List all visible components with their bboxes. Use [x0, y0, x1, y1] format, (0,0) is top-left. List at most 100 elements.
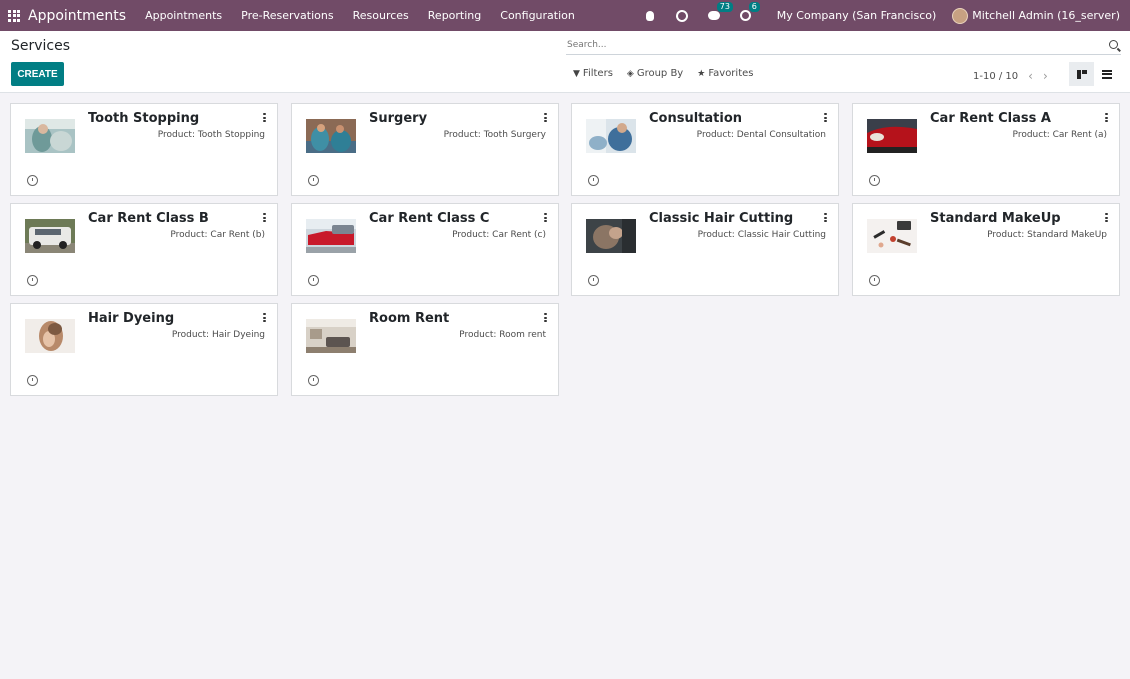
card-title: Car Rent Class C: [369, 211, 490, 226]
service-image: [25, 319, 75, 353]
service-image: [586, 219, 636, 253]
service-image: [867, 219, 917, 253]
filters-dropdown[interactable]: ▼ Filters: [573, 68, 613, 79]
menu-item-configuration[interactable]: Configuration: [500, 9, 575, 22]
card-product: Product: Room rent: [459, 330, 546, 340]
service-image: [586, 119, 636, 153]
service-image: [306, 119, 356, 153]
view-switcher: [1069, 62, 1119, 86]
odoo-logo-icon[interactable]: [674, 7, 690, 24]
company-switcher[interactable]: My Company (San Francisco): [777, 9, 936, 22]
favorites-label: Favorites: [708, 68, 754, 79]
pager-next-icon[interactable]: ›: [1043, 69, 1048, 83]
card-product: Product: Classic Hair Cutting: [697, 230, 826, 240]
card-menu-icon[interactable]: [263, 313, 266, 322]
app-name[interactable]: Appointments: [28, 8, 126, 24]
card-product: Product: Car Rent (b): [170, 230, 265, 240]
card-menu-icon[interactable]: [824, 213, 827, 222]
card-title: Car Rent Class A: [930, 111, 1051, 126]
service-card[interactable]: Surgery Product: Tooth Surgery: [291, 103, 559, 196]
breadcrumb: Services: [11, 38, 71, 54]
list-view-button[interactable]: [1094, 62, 1119, 86]
service-card[interactable]: Hair Dyeing Product: Hair Dyeing: [10, 303, 278, 396]
top-navbar: Appointments Appointments Pre-Reservatio…: [0, 0, 1130, 31]
service-card[interactable]: Tooth Stopping Product: Tooth Stopping: [10, 103, 278, 196]
service-card[interactable]: Car Rent Class A Product: Car Rent (a): [852, 103, 1120, 196]
card-title: Hair Dyeing: [88, 311, 175, 326]
user-menu[interactable]: Mitchell Admin (16_server): [972, 9, 1120, 22]
favorites-dropdown[interactable]: ★ Favorites: [697, 68, 753, 79]
search-icon[interactable]: [1109, 40, 1118, 49]
search-input[interactable]: [566, 37, 1086, 53]
activity-clock-icon[interactable]: [27, 275, 38, 286]
activity-clock-icon[interactable]: [308, 175, 319, 186]
apps-grid-icon[interactable]: [8, 9, 20, 22]
card-title: Tooth Stopping: [88, 111, 200, 126]
card-menu-icon[interactable]: [263, 213, 266, 222]
list-icon: [1101, 69, 1112, 79]
filters-label: Filters: [582, 68, 613, 79]
card-title: Consultation: [649, 111, 743, 126]
card-product: Product: Car Rent (a): [1012, 130, 1107, 140]
activities-badge: 6: [748, 1, 760, 12]
activities-clock-icon[interactable]: 6: [739, 1, 760, 23]
menu-item-appointments[interactable]: Appointments: [145, 9, 222, 22]
activity-clock-icon[interactable]: [308, 275, 319, 286]
messages-badge: 73: [716, 1, 733, 12]
card-title: Classic Hair Cutting: [649, 211, 794, 226]
menu-item-resources[interactable]: Resources: [353, 9, 409, 22]
service-card[interactable]: Consultation Product: Dental Consultatio…: [571, 103, 839, 196]
service-image: [306, 319, 356, 353]
card-menu-icon[interactable]: [1105, 113, 1108, 122]
kanban-icon: [1076, 69, 1087, 79]
service-card[interactable]: Car Rent Class C Product: Car Rent (c): [291, 203, 559, 296]
activity-clock-icon[interactable]: [869, 175, 880, 186]
card-title: Room Rent: [369, 311, 450, 326]
groupby-dropdown[interactable]: ◈ Group By: [627, 68, 683, 79]
kanban-view-button[interactable]: [1069, 62, 1094, 86]
card-menu-icon[interactable]: [824, 113, 827, 122]
layers-icon: ◈: [626, 68, 634, 79]
card-menu-icon[interactable]: [544, 213, 547, 222]
service-card[interactable]: Standard MakeUp Product: Standard MakeUp: [852, 203, 1120, 296]
menu-item-pre-reservations[interactable]: Pre-Reservations: [241, 9, 333, 22]
service-image: [867, 119, 917, 153]
service-image: [306, 219, 356, 253]
service-card[interactable]: Car Rent Class B Product: Car Rent (b): [10, 203, 278, 296]
activity-clock-icon[interactable]: [869, 275, 880, 286]
user-avatar[interactable]: [952, 7, 969, 24]
card-menu-icon[interactable]: [263, 113, 266, 122]
card-product: Product: Car Rent (c): [452, 230, 546, 240]
card-product: Product: Dental Consultation: [696, 130, 826, 140]
activity-clock-icon[interactable]: [308, 375, 319, 386]
filter-funnel-icon: ▼: [573, 68, 580, 79]
activity-clock-icon[interactable]: [588, 175, 599, 186]
debug-bug-icon[interactable]: [643, 9, 657, 23]
control-panel: Services CREATE ▼ Filters ◈ Group By ★ F…: [0, 31, 1130, 93]
card-menu-icon[interactable]: [1105, 213, 1108, 222]
card-product: Product: Standard MakeUp: [987, 230, 1107, 240]
service-card[interactable]: Classic Hair Cutting Product: Classic Ha…: [571, 203, 839, 296]
activity-clock-icon[interactable]: [27, 175, 38, 186]
messages-icon[interactable]: 73: [707, 1, 733, 23]
search-options: ▼ Filters ◈ Group By ★ Favorites: [573, 68, 767, 79]
activity-clock-icon[interactable]: [588, 275, 599, 286]
card-product: Product: Hair Dyeing: [171, 330, 265, 340]
groupby-label: Group By: [636, 68, 684, 79]
card-menu-icon[interactable]: [544, 113, 547, 122]
card-product: Product: Tooth Surgery: [443, 130, 546, 140]
pager-previous-icon[interactable]: ‹: [1028, 69, 1033, 83]
star-icon: ★: [697, 68, 706, 79]
activity-clock-icon[interactable]: [27, 375, 38, 386]
pager-value[interactable]: 1-10 / 10: [973, 71, 1018, 82]
card-title: Standard MakeUp: [930, 211, 1061, 226]
service-card[interactable]: Room Rent Product: Room rent: [291, 303, 559, 396]
card-title: Surgery: [369, 111, 428, 126]
card-product: Product: Tooth Stopping: [157, 130, 265, 140]
card-title: Car Rent Class B: [88, 211, 209, 226]
pager: 1-10 / 10 ‹ ›: [973, 69, 1048, 83]
service-image: [25, 119, 75, 153]
create-button[interactable]: CREATE: [11, 62, 64, 86]
menu-item-reporting[interactable]: Reporting: [428, 9, 481, 22]
card-menu-icon[interactable]: [544, 313, 547, 322]
